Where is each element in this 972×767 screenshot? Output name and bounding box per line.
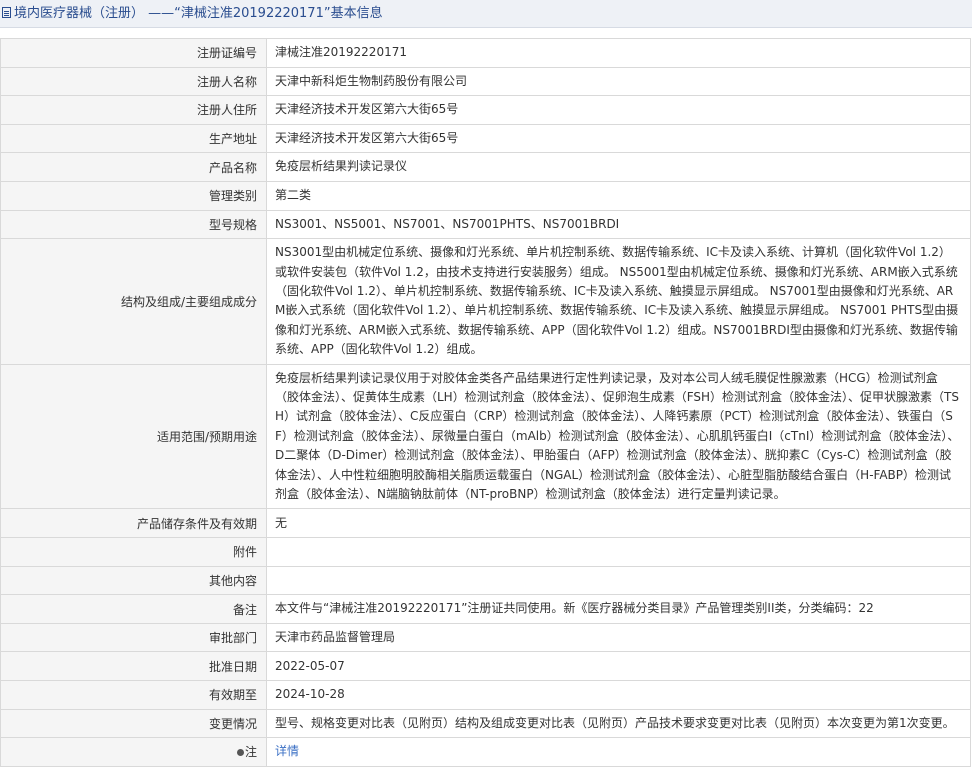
table-row: 管理类别 第二类 (0, 180, 971, 211)
row-label: 管理类别 (0, 180, 267, 211)
row-value: 本文件与“津械注准20192220171”注册证共同使用。新《医疗器械分类目录》… (266, 594, 971, 624)
document-icon (2, 7, 11, 18)
row-value: 津械注准20192220171 (266, 38, 971, 68)
table-row: 审批部门 天津市药品监督管理局 (0, 622, 971, 653)
info-dot-icon (236, 749, 244, 757)
row-label: 其他内容 (0, 565, 267, 596)
row-label: 审批部门 (0, 622, 267, 653)
table-row: 产品储存条件及有效期 无 (0, 508, 971, 539)
table-row: 适用范围/预期用途 免疫层析结果判读记录仪用于对胶体金类各产品结果进行定性判读记… (0, 363, 971, 510)
row-label: 产品名称 (0, 152, 267, 182)
note-value-cell: 详情 (266, 737, 971, 767)
table-row: 产品名称 免疫层析结果判读记录仪 (0, 152, 971, 182)
row-value: NS3001、NS5001、NS7001、NS7001PHTS、NS7001BR… (266, 209, 971, 240)
row-value: 型号、规格变更对比表（见附页）结构及组成变更对比表（见附页）产品技术要求变更对比… (266, 708, 971, 739)
table-row: 生产地址 天津经济技术开发区第六大街65号 (0, 123, 971, 154)
table-row: 型号规格 NS3001、NS5001、NS7001、NS7001PHTS、NS7… (0, 209, 971, 240)
row-label: 批准日期 (0, 651, 267, 681)
row-label: 注册证编号 (0, 38, 267, 68)
row-value (266, 565, 971, 596)
row-value: 无 (266, 508, 971, 539)
row-value: 天津经济技术开发区第六大街65号 (266, 95, 971, 125)
table-row: 其他内容 (0, 565, 971, 596)
table-row: 附件 (0, 537, 971, 567)
row-label: 适用范围/预期用途 (0, 363, 267, 510)
row-value: 天津经济技术开发区第六大街65号 (266, 123, 971, 154)
row-value: 免疫层析结果判读记录仪 (266, 152, 971, 182)
table-row: 批准日期 2022-05-07 (0, 651, 971, 681)
row-value: NS3001型由机械定位系统、摄像和灯光系统、单片机控制系统、数据传输系统、IC… (266, 238, 971, 365)
info-table: 注册证编号 津械注准20192220171 注册人名称 天津中新科炬生物制药股份… (0, 38, 971, 767)
row-value: 第二类 (266, 180, 971, 211)
note-label-cell: 注 (0, 737, 267, 767)
row-label: 附件 (0, 537, 267, 567)
table-row-note: 注 详情 (0, 737, 971, 767)
details-link[interactable]: 详情 (275, 744, 299, 758)
row-label: 注册人名称 (0, 66, 267, 97)
table-row: 有效期至 2024-10-28 (0, 680, 971, 710)
row-value (266, 537, 971, 567)
row-label: 注册人住所 (0, 95, 267, 125)
row-value: 免疫层析结果判读记录仪用于对胶体金类各产品结果进行定性判读记录，及对本公司人绒毛… (266, 363, 971, 510)
row-label: 变更情况 (0, 708, 267, 739)
row-value: 天津中新科炬生物制药股份有限公司 (266, 66, 971, 97)
row-label: 产品储存条件及有效期 (0, 508, 267, 539)
row-label: 生产地址 (0, 123, 267, 154)
page-title: 境内医疗器械（注册） ——“津械注准20192220171”基本信息 (14, 6, 383, 21)
row-value: 天津市药品监督管理局 (266, 622, 971, 653)
row-label: 型号规格 (0, 209, 267, 240)
row-label: 结构及组成/主要组成成分 (0, 238, 267, 365)
note-label: 注 (244, 745, 257, 760)
row-label: 有效期至 (0, 680, 267, 710)
row-value: 2022-05-07 (266, 651, 971, 681)
table-row: 备注 本文件与“津械注准20192220171”注册证共同使用。新《医疗器械分类… (0, 594, 971, 624)
table-row: 注册人名称 天津中新科炬生物制药股份有限公司 (0, 66, 971, 97)
table-row: 注册人住所 天津经济技术开发区第六大街65号 (0, 95, 971, 125)
page-header: 境内医疗器械（注册） ——“津械注准20192220171”基本信息 (0, 0, 972, 28)
row-value: 2024-10-28 (266, 680, 971, 710)
table-row: 变更情况 型号、规格变更对比表（见附页）结构及组成变更对比表（见附页）产品技术要… (0, 708, 971, 739)
table-row: 结构及组成/主要组成成分 NS3001型由机械定位系统、摄像和灯光系统、单片机控… (0, 238, 971, 365)
row-label: 备注 (0, 594, 267, 624)
table-row: 注册证编号 津械注准20192220171 (0, 38, 971, 68)
